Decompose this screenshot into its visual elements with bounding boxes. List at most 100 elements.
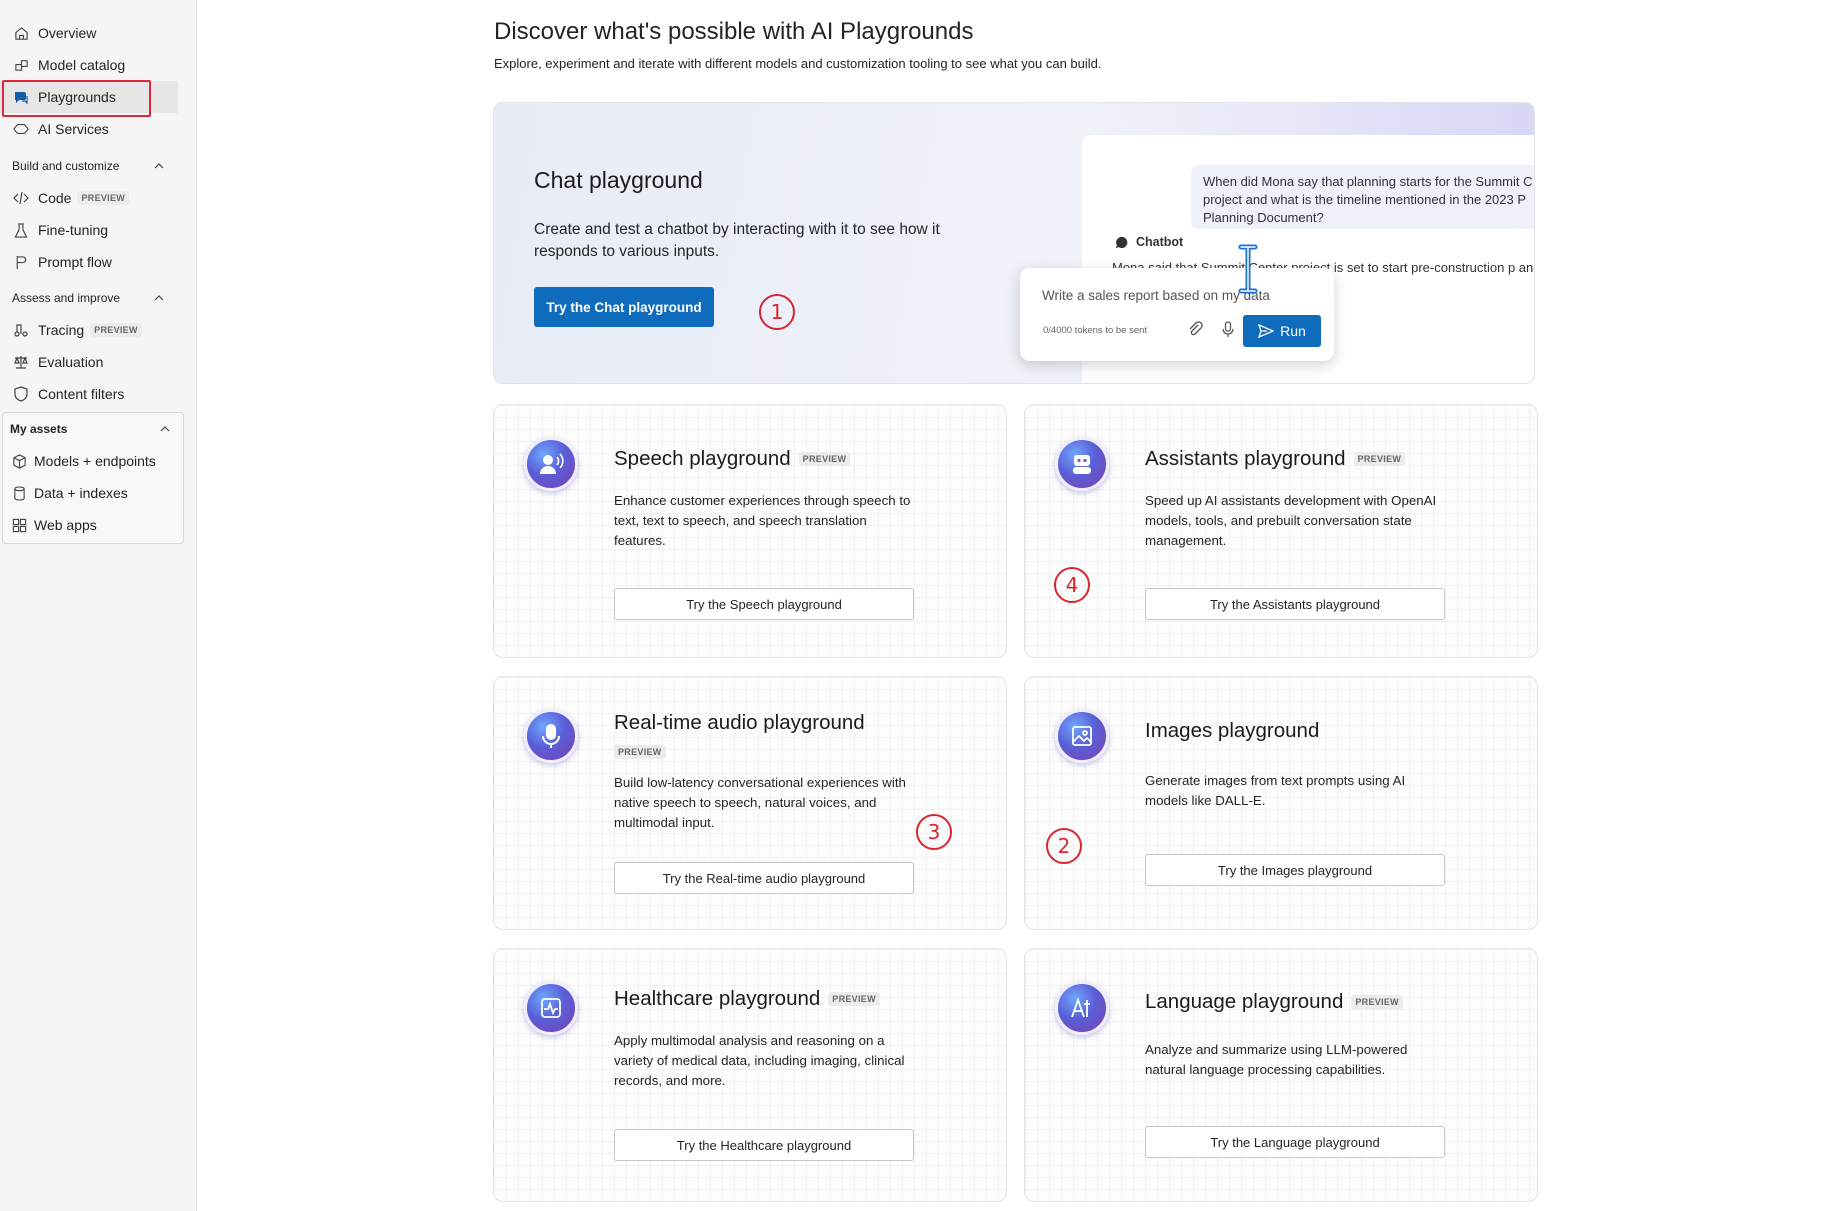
code-icon: [12, 189, 30, 207]
chevron-up-icon: [154, 163, 164, 169]
apps-grid-icon: [10, 516, 28, 534]
card-description: Enhance customer experiences through spe…: [614, 493, 911, 548]
microphone-icon: [524, 709, 578, 763]
language-title: Language playground: [1145, 990, 1344, 1013]
try-realtime-audio-playground-button[interactable]: Try the Real-time audio playground: [614, 862, 914, 894]
try-healthcare-playground-button[interactable]: Try the Healthcare playground: [614, 1129, 914, 1161]
database-icon: [10, 484, 28, 502]
annotation-number-2: 2: [1046, 828, 1082, 864]
annotation-number-3: 3: [916, 814, 952, 850]
sidebar-item-playgrounds[interactable]: Playgrounds: [0, 81, 178, 113]
card-title: Healthcare playground PREVIEW: [614, 987, 880, 1011]
section-label: Assess and improve: [12, 291, 121, 305]
card-title: Images playground: [1145, 719, 1320, 742]
preview-badge: PREVIEW: [614, 745, 666, 759]
sidebar-item-label: Web apps: [34, 517, 97, 533]
card-title: Speech playground PREVIEW: [614, 447, 851, 471]
try-assistants-playground-button[interactable]: Try the Assistants playground: [1145, 588, 1445, 620]
try-language-playground-button[interactable]: Try the Language playground: [1145, 1126, 1445, 1158]
try-speech-playground-button[interactable]: Try the Speech playground: [614, 588, 914, 620]
page-subtitle: Explore, experiment and iterate with dif…: [494, 56, 1102, 71]
speech-icon: [524, 437, 578, 491]
chatbot-label: Chatbot: [1115, 235, 1183, 249]
chat-bubbles-icon: [12, 88, 30, 106]
sidebar-item-label: Data + indexes: [34, 485, 128, 501]
healthcare-playground-card: Healthcare playground PREVIEW Apply mult…: [493, 948, 1007, 1202]
microphone-icon[interactable]: [1219, 320, 1237, 338]
section-label: Build and customize: [12, 159, 120, 173]
card-description: Apply multimodal analysis and reasoning …: [614, 1033, 905, 1088]
sidebar-item-label: Code: [38, 190, 72, 206]
cube-icon: [10, 452, 28, 470]
section-build-and-customize[interactable]: Build and customize: [12, 153, 164, 179]
sidebar-item-ai-services[interactable]: AI Services: [0, 113, 178, 145]
sidebar: Overview Model catalog Playgrounds AI Se…: [0, 0, 197, 1211]
section-label: My assets: [10, 422, 68, 436]
shield-icon: [12, 385, 30, 403]
sidebar-item-label: Models + endpoints: [34, 453, 156, 469]
sidebar-item-label: Prompt flow: [38, 254, 112, 270]
preview-badge: PREVIEW: [1353, 452, 1406, 466]
assistants-title: Assistants playground: [1145, 447, 1346, 470]
realtime-audio-playground-card: Real-time audio playground PREVIEW Build…: [493, 676, 1007, 930]
sidebar-item-code[interactable]: Code PREVIEW: [0, 182, 178, 214]
sidebar-item-tracing[interactable]: Tracing PREVIEW: [0, 314, 178, 346]
card-description: Generate images from text prompts using …: [1145, 773, 1406, 808]
paperclip-icon[interactable]: [1186, 320, 1204, 338]
hero-title: Chat playground: [534, 167, 703, 193]
sidebar-item-label: Tracing: [38, 322, 85, 338]
sidebar-item-model-catalog[interactable]: Model catalog: [0, 49, 178, 81]
language-icon: [1055, 981, 1109, 1035]
card-description: Analyze and summarize using LLM-powered …: [1145, 1042, 1408, 1077]
sidebar-item-web-apps[interactable]: Web apps: [0, 509, 178, 541]
sidebar-item-label: Overview: [38, 25, 97, 41]
preview-badge: PREVIEW: [77, 191, 130, 205]
sidebar-item-data-indexes[interactable]: Data + indexes: [0, 477, 178, 509]
text-cursor-icon: [1238, 244, 1258, 294]
healthcare-title: Healthcare playground: [614, 987, 821, 1010]
chat-input-field[interactable]: Write a sales report based on my data: [1042, 288, 1270, 303]
try-images-playground-button[interactable]: Try the Images playground: [1145, 854, 1445, 886]
ai-services-icon: [12, 120, 30, 138]
sidebar-item-label: Evaluation: [38, 354, 104, 370]
sidebar-item-label: Content filters: [38, 386, 125, 402]
card-title: Language playground PREVIEW: [1145, 990, 1403, 1014]
sidebar-item-models-endpoints[interactable]: Models + endpoints: [0, 445, 178, 477]
hero-description: Create and test a chatbot by interacting…: [534, 221, 940, 260]
sidebar-item-label: AI Services: [38, 121, 109, 137]
sidebar-item-evaluation[interactable]: Evaluation: [0, 346, 178, 378]
chevron-up-icon: [160, 426, 170, 432]
assistants-playground-card: Assistants playground PREVIEW Speed up A…: [1024, 404, 1538, 658]
chat-playground-hero: Chat playground Create and test a chatbo…: [493, 102, 1535, 384]
sidebar-item-overview[interactable]: Overview: [0, 17, 178, 49]
sidebar-item-content-filters[interactable]: Content filters: [0, 378, 178, 410]
annotation-number-3-text: 3: [928, 820, 941, 844]
annotation-number-1: 1: [759, 294, 795, 330]
card-description: Speed up AI assistants development with …: [1145, 493, 1437, 548]
images-playground-card: Images playground Generate images from t…: [1024, 676, 1538, 930]
preview-badge: PREVIEW: [828, 992, 880, 1006]
annotation-number-2-text: 2: [1058, 834, 1071, 858]
try-chat-playground-button[interactable]: Try the Chat playground: [534, 287, 714, 327]
speech-title: Speech playground: [614, 447, 791, 470]
scales-icon: [12, 353, 30, 371]
sidebar-item-label: Model catalog: [38, 57, 126, 73]
run-button[interactable]: Run: [1243, 315, 1321, 347]
send-icon: [1258, 324, 1275, 338]
token-counter: 0/4000 tokens to be sent: [1043, 325, 1148, 336]
sidebar-item-label: Fine-tuning: [38, 222, 109, 238]
flask-icon: [12, 221, 30, 239]
language-playground-card: Language playground PREVIEW Analyze and …: [1024, 948, 1538, 1202]
flow-icon: [12, 253, 30, 271]
chat-input-card: Write a sales report based on my data 0/…: [1020, 268, 1334, 361]
sidebar-item-label: Playgrounds: [38, 89, 116, 105]
annotation-number-4: 4: [1054, 567, 1090, 603]
page-title: Discover what's possible with AI Playgro…: [494, 18, 974, 45]
preview-badge: PREVIEW: [798, 452, 851, 466]
tracing-icon: [12, 321, 30, 339]
section-my-assets[interactable]: My assets: [10, 417, 170, 441]
section-assess-and-improve[interactable]: Assess and improve: [12, 285, 164, 311]
sidebar-item-prompt-flow[interactable]: Prompt flow: [0, 246, 178, 278]
sidebar-item-fine-tuning[interactable]: Fine-tuning: [0, 214, 178, 246]
card-description: Build low-latency conversational experie…: [614, 775, 906, 830]
